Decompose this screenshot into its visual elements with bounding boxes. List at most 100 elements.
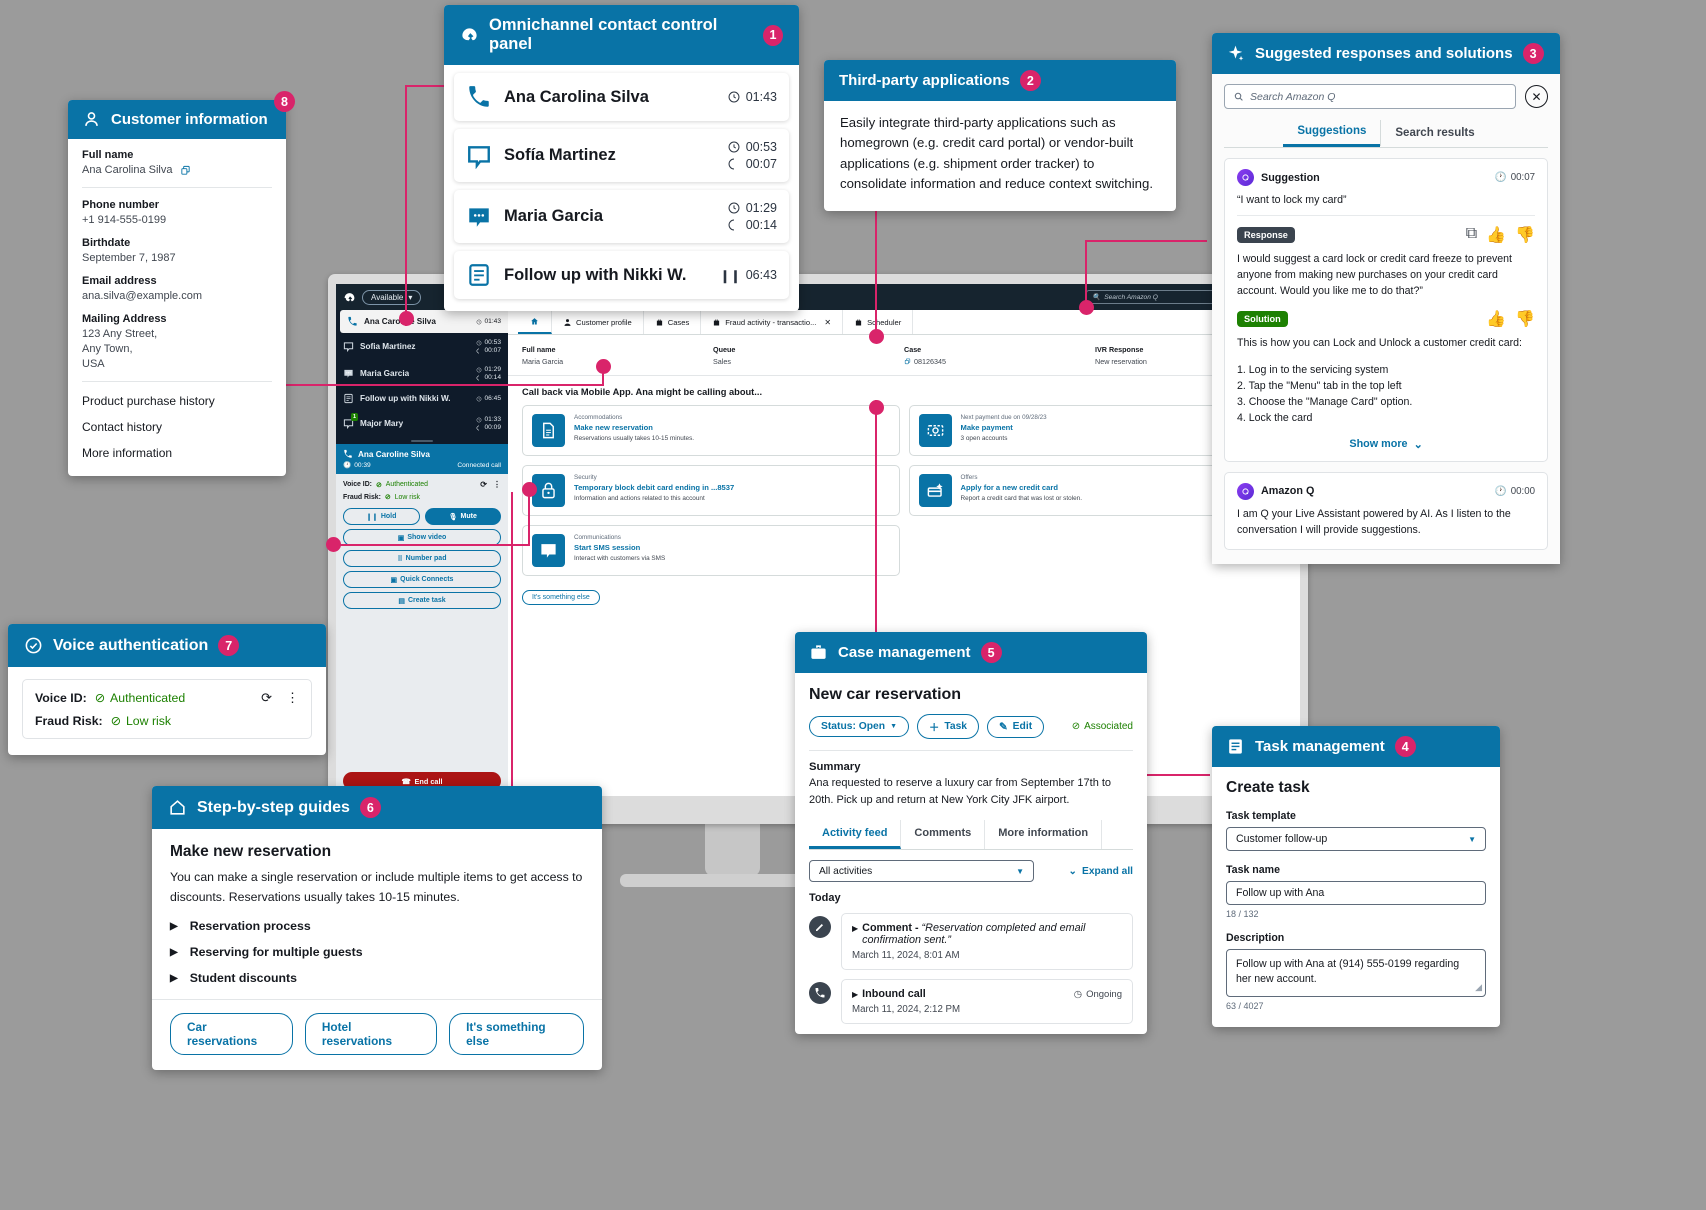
pause-icon: ❙❙ — [366, 513, 378, 521]
task-name-input[interactable]: Follow up with Ana — [1226, 881, 1486, 905]
tab-activity-feed[interactable]: Activity feed — [809, 820, 902, 849]
clock-icon — [728, 91, 740, 103]
more-icon[interactable]: ⋮ — [286, 690, 299, 706]
activity-title: Inbound call — [862, 988, 926, 1000]
task-management-header: Task management 4 — [1212, 726, 1500, 767]
activity-filter-select[interactable]: All activities ▼ — [809, 860, 1034, 882]
expand-arrow-icon[interactable]: ▶ — [852, 990, 858, 1000]
thumbs-up-icon[interactable]: 👍 — [1486, 225, 1506, 245]
hold-button[interactable]: ❙❙ Hold — [343, 508, 420, 525]
show-more-button[interactable]: Show more ⌄ — [1237, 438, 1535, 451]
ccp-timers: 01:43 — [476, 318, 501, 325]
guide-pill[interactable]: Car reservations — [170, 1013, 293, 1056]
card-icon — [918, 474, 952, 507]
ccp-contact-item[interactable]: Sofia Martinez 00:53 00:07 — [336, 333, 508, 360]
ccp-timer-secondary: 00:07 — [476, 347, 501, 354]
attribute-value: Sales — [713, 357, 731, 366]
customer-link[interactable]: More information — [82, 446, 272, 460]
customer-info-header: Customer information 8 — [68, 91, 295, 139]
activity-list: ▶ Comment - “Reservation completed and em… — [809, 913, 1133, 1024]
agent-status-selector[interactable]: Available ▾ — [362, 289, 422, 305]
amazon-q-label: Amazon Q — [1261, 485, 1315, 498]
thumbs-down-icon[interactable]: 👎 — [1515, 225, 1535, 245]
drag-handle[interactable] — [336, 437, 508, 444]
action-card[interactable]: Security Temporary block debit card endin… — [522, 465, 900, 516]
contact-timer-secondary: 00:07 — [727, 157, 777, 171]
action-card[interactable]: Communications Start SMS session Interact … — [522, 525, 900, 576]
guide-pill[interactable]: Hotel reservations — [304, 1013, 438, 1056]
response-text: I would suggest a card lock or credit ca… — [1237, 253, 1512, 297]
tab-comments[interactable]: Comments — [901, 820, 986, 849]
task-description-value: Follow up with Ana at (914) 555-0199 reg… — [1236, 958, 1460, 986]
expand-all-button[interactable]: ⌄ Expand all — [1069, 866, 1134, 877]
more-icon[interactable]: ⋮ — [493, 480, 501, 489]
connector-dot — [869, 400, 884, 415]
resize-grip-icon[interactable]: ◢ — [1475, 981, 1482, 994]
its-something-else-pill[interactable]: It's something else — [522, 590, 600, 605]
edit-case-button[interactable]: ✎ Edit — [987, 715, 1045, 738]
mute-button[interactable]: 🎙 Mute — [424, 508, 501, 525]
thumbs-down-icon[interactable]: 👎 — [1515, 309, 1535, 329]
close-icon[interactable]: ✕ — [1525, 85, 1548, 108]
thumbs-up-icon[interactable]: 👍 — [1486, 309, 1506, 329]
q-search-placeholder: Search Amazon Q — [1250, 90, 1336, 103]
close-icon[interactable]: ✕ — [824, 318, 831, 327]
fraud-risk-value: Low risk — [394, 493, 420, 501]
tab-fraud-activity[interactable]: Fraud activity - transactio... ✕ — [701, 310, 844, 334]
guide-item[interactable]: ▶ Reservation process — [170, 919, 584, 933]
action-card[interactable]: Accommodations Make new reservation Reserv… — [522, 405, 900, 456]
expand-arrow-icon[interactable]: ▶ — [852, 924, 858, 946]
ccp-contact-item[interactable]: Ana Caroline Silva 01:43 — [340, 310, 508, 333]
hangup-icon: ☎ — [401, 776, 411, 786]
task-description-input[interactable]: Follow up with Ana at (914) 555-0199 reg… — [1226, 949, 1486, 997]
contact-item[interactable]: Ana Carolina Silva 01:43 — [454, 73, 789, 121]
customer-link[interactable]: Product purchase history — [82, 394, 272, 408]
solution-steps: 1. Log in to the servicing system 2. Tap … — [1237, 362, 1535, 426]
guide-pill[interactable]: It's something else — [449, 1013, 585, 1056]
contact-name: Follow up with Nikki W. — [504, 265, 687, 284]
ccp-contact-item[interactable]: Maria Garcia 01:29 00:14 — [336, 360, 508, 387]
connector-line — [875, 205, 877, 333]
customer-field: Phone number +1 914-555-0199 — [82, 199, 272, 226]
ccp-contact-item[interactable]: Follow up with Nikki W. 06:45 — [336, 387, 508, 410]
activity-box[interactable]: ▶ Comment - “Reservation completed and em… — [841, 913, 1133, 970]
ccp-contact-item[interactable]: 1 Major Mary 01:33 00:09 — [336, 410, 508, 437]
chevron-down-icon: ▼ — [1016, 866, 1024, 876]
connector-dot — [596, 359, 611, 374]
tab-suggestions[interactable]: Suggestions — [1283, 118, 1381, 147]
customer-link[interactable]: Contact history — [82, 420, 272, 434]
refresh-icon[interactable]: ⟳ — [480, 480, 487, 489]
callout-number: 1 — [762, 24, 783, 46]
card-subtitle: Reservations usually takes 10-15 minutes… — [574, 435, 695, 442]
q-search-input[interactable]: Search Amazon Q — [1224, 84, 1516, 109]
tab-cases[interactable]: Cases — [644, 310, 702, 334]
contact-item[interactable]: Maria Garcia 01:29 00:14 — [454, 190, 789, 243]
tab-home[interactable] — [518, 310, 552, 334]
active-call-state: Connected call — [457, 461, 501, 469]
create-task-button[interactable]: ▤ Create task — [343, 592, 501, 609]
contact-item[interactable]: Follow up with Nikki W. ❙❙ 06:43 — [454, 251, 789, 299]
refresh-icon[interactable]: ⟳ — [261, 690, 272, 706]
activity-box[interactable]: ▶ Inbound call ◷ Ongoing March 11, 2024, 2:1… — [841, 979, 1133, 1024]
quick-connects-button[interactable]: ▣ Quick Connects — [343, 571, 501, 588]
contact-item[interactable]: Sofía Martinez 00:53 00:07 — [454, 129, 789, 182]
ccp-timer-primary: 01:33 — [476, 416, 501, 423]
tab-more-information[interactable]: More information — [985, 820, 1103, 849]
create-task-heading: Create task — [1226, 779, 1310, 796]
guide-item[interactable]: ▶ Reserving for multiple guests — [170, 945, 584, 959]
amazon-q-text: I am Q your Live Assistant powered by AI… — [1237, 507, 1511, 536]
contact-name: Ana Carolina Silva — [504, 87, 649, 106]
activity-title: Comment - — [862, 922, 922, 934]
copy-icon[interactable]: ⧉ — [1466, 225, 1477, 245]
task-template-select[interactable]: Customer follow-up ▼ — [1226, 827, 1486, 851]
tab-customer-profile[interactable]: Customer profile — [552, 310, 644, 334]
briefcase-icon — [811, 645, 826, 659]
number-pad-button[interactable]: ⠿ Number pad — [343, 550, 501, 567]
add-task-button[interactable]: ＋ Task — [917, 714, 980, 739]
moon-icon — [477, 348, 480, 353]
connector-dot — [522, 482, 537, 497]
guide-item[interactable]: ▶ Student discounts — [170, 971, 584, 985]
case-status-button[interactable]: Status: Open ▼ — [809, 716, 910, 737]
suggestion-label: Suggestion — [1261, 171, 1320, 184]
tab-search-results[interactable]: Search results — [1380, 119, 1488, 146]
